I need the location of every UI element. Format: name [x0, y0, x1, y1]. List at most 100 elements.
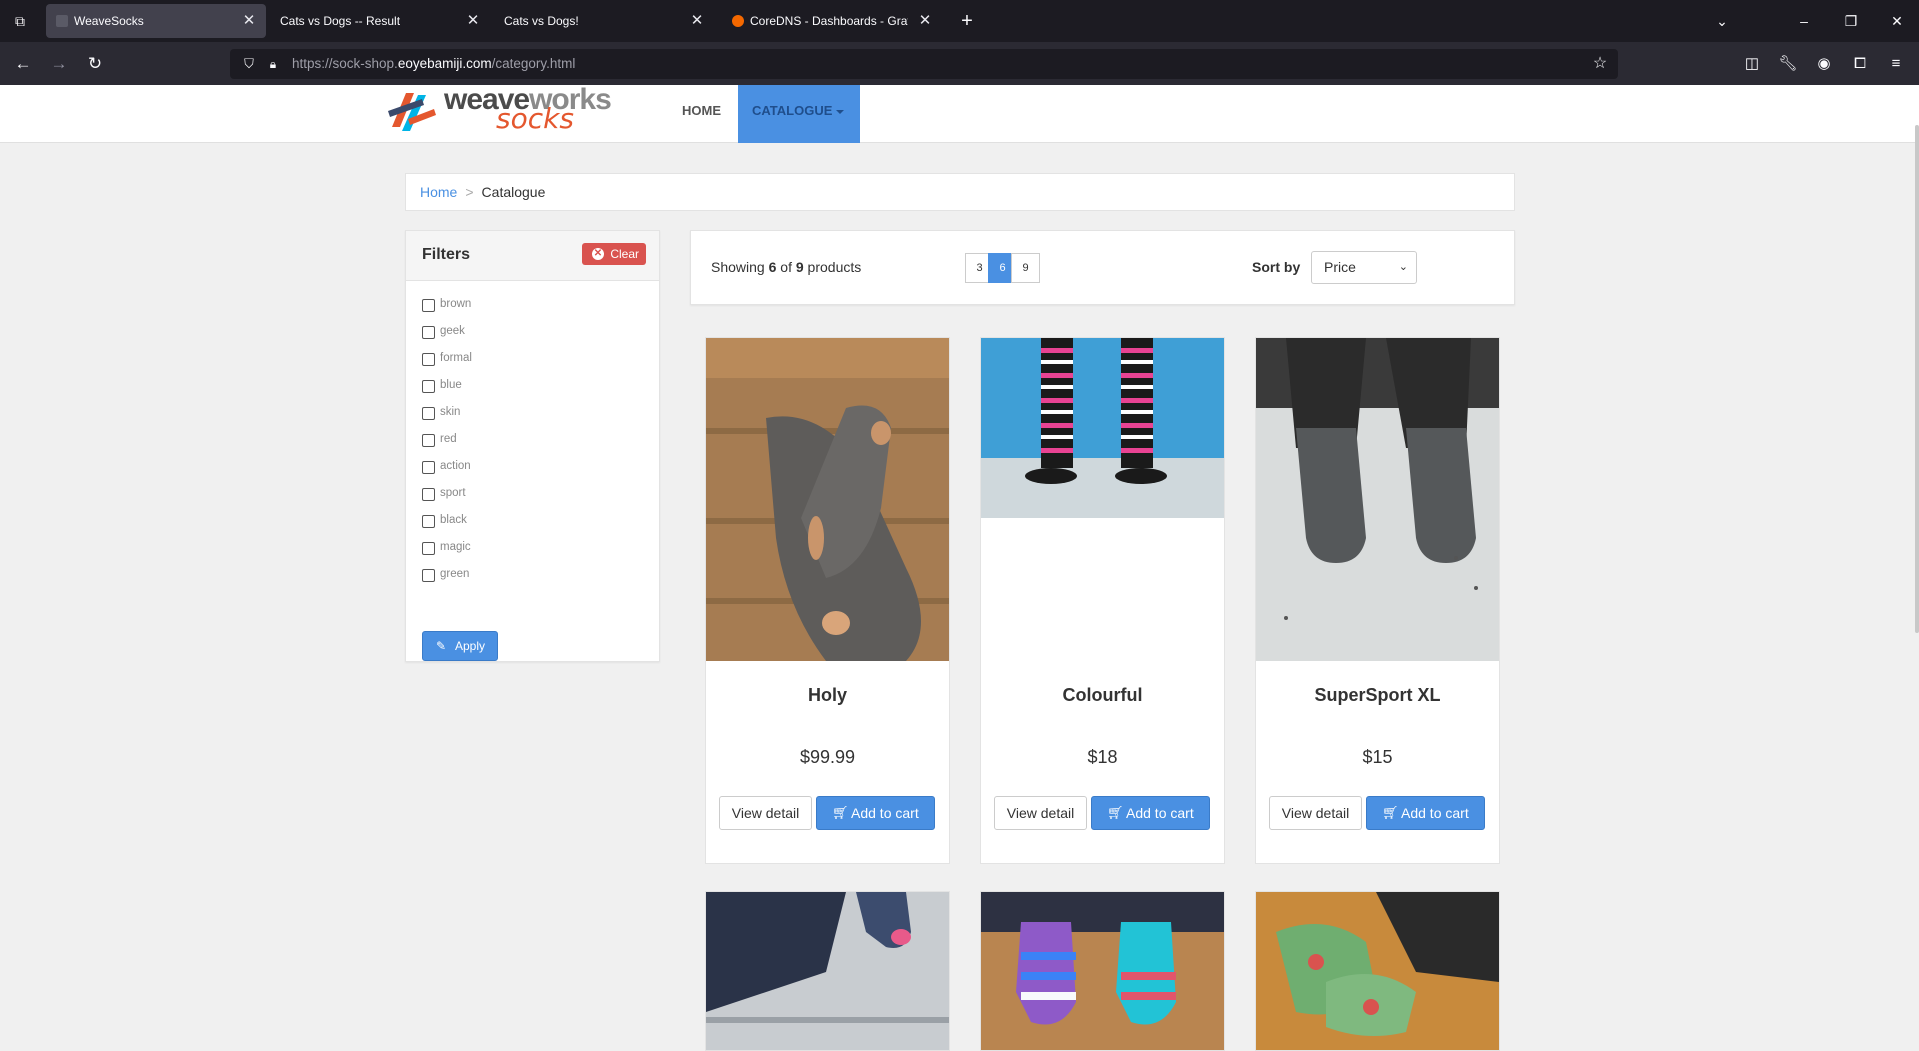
view-detail-button[interactable]: View detail: [1269, 796, 1362, 830]
product-image-supersport-xl[interactable]: [1256, 338, 1499, 661]
hamburger-menu-icon[interactable]: ≡: [1883, 51, 1909, 77]
nav-catalogue-label: CATALOGUE: [752, 103, 833, 118]
add-to-cart-button[interactable]: 🛒︎ Add to cart: [1091, 796, 1210, 830]
tab-title: Cats vs Dogs!: [504, 14, 579, 28]
view-detail-button[interactable]: View detail: [719, 796, 812, 830]
product-image-holy[interactable]: [706, 338, 949, 661]
browser-nav-bar: ← → ↻ ⛉ 🔒︎ https://sock-shop.eoyebamiji.…: [0, 42, 1919, 85]
filters-header: Filters ✕ Clear: [406, 231, 659, 281]
product-card-6[interactable]: [1255, 891, 1500, 1051]
apply-label: Apply: [455, 639, 486, 653]
filter-label: formal: [440, 352, 472, 364]
product-image-6[interactable]: [1256, 892, 1499, 1051]
weaveworks-logo-icon: [388, 93, 436, 131]
filter-checkbox[interactable]: [422, 542, 435, 555]
add-to-cart-label: Add to cart: [851, 805, 919, 821]
product-card-supersport-xl[interactable]: SuperSport XL $15 View detail 🛒︎ Add to …: [1255, 337, 1500, 864]
url-text[interactable]: https://sock-shop.eoyebamiji.com/categor…: [292, 49, 575, 79]
account-icon[interactable]: ◉: [1811, 51, 1837, 77]
product-name[interactable]: Holy: [706, 685, 949, 706]
listing-toolbar: Showing 6 of 9 products Show 3 6 9 Sort …: [690, 230, 1515, 305]
product-card-colourful[interactable]: Colourful $18 View detail 🛒︎ Add to cart: [980, 337, 1225, 864]
close-icon[interactable]: ✕: [916, 4, 934, 38]
product-card-holy[interactable]: Holy $99.99 View detail 🛒︎ Add to cart: [705, 337, 950, 864]
product-price: $15: [1362, 747, 1393, 767]
filter-checkbox[interactable]: [422, 461, 435, 474]
star-icon[interactable]: ☆: [1590, 54, 1610, 74]
filter-checkbox[interactable]: [422, 353, 435, 366]
logo-word-socks: socks: [496, 102, 574, 135]
filter-label: geek: [440, 325, 465, 337]
tab-cats-vs-dogs-result[interactable]: Cats vs Dogs -- Result ✕: [270, 4, 490, 38]
nav-catalogue[interactable]: CATALOGUE: [738, 85, 860, 143]
filter-checkbox[interactable]: [422, 380, 435, 393]
add-to-cart-button[interactable]: 🛒︎ Add to cart: [1366, 796, 1485, 830]
product-card-5[interactable]: [980, 891, 1225, 1051]
forward-arrow-icon[interactable]: →: [46, 51, 72, 77]
sort-select[interactable]: Price ⌄: [1311, 251, 1417, 284]
breadcrumb-home-link[interactable]: Home: [420, 184, 457, 200]
add-to-cart-label: Add to cart: [1401, 805, 1469, 821]
close-icon[interactable]: ✕: [240, 4, 258, 38]
tab-cats-vs-dogs[interactable]: Cats vs Dogs! ✕: [494, 4, 714, 38]
filter-checkbox[interactable]: [422, 569, 435, 582]
close-icon[interactable]: ✕: [688, 4, 706, 38]
filter-checkbox[interactable]: [422, 515, 435, 528]
puzzle-icon[interactable]: ⧠: [1847, 51, 1873, 77]
filter-label: red: [440, 433, 457, 445]
apply-filters-button[interactable]: ✎ Apply: [422, 631, 498, 661]
filter-label: brown: [440, 298, 472, 310]
caret-down-icon: [836, 109, 845, 114]
page-size-9-button[interactable]: 9: [1011, 253, 1040, 283]
tab-title: CoreDNS - Dashboards - Grafana: [750, 14, 908, 28]
clear-label: Clear: [610, 247, 639, 261]
tab-title: WeaveSocks: [74, 14, 144, 28]
filter-checkbox[interactable]: [422, 488, 435, 501]
lock-icon[interactable]: 🔒︎: [264, 55, 282, 73]
product-price: $18: [1087, 747, 1118, 767]
window-close-icon[interactable]: ✕: [1884, 8, 1910, 34]
product-price: $99.99: [799, 747, 856, 767]
tab-list-icon[interactable]: ⧉: [10, 12, 30, 30]
page-scrollbar[interactable]: [1915, 125, 1919, 633]
back-arrow-icon[interactable]: ←: [10, 51, 36, 77]
product-name[interactable]: Colourful: [981, 685, 1224, 706]
chevron-down-icon: ⌄: [1398, 261, 1408, 273]
new-tab-plus-icon[interactable]: +: [954, 8, 980, 34]
filters-title: Filters: [422, 246, 471, 263]
product-image-5[interactable]: [981, 892, 1224, 1051]
tab-coredns-grafana[interactable]: CoreDNS - Dashboards - Grafana ✕: [722, 4, 942, 38]
clear-filters-button[interactable]: ✕ Clear: [582, 243, 646, 265]
tab-weavesocks[interactable]: WeaveSocks ✕: [46, 4, 266, 38]
shield-icon[interactable]: ⛉: [240, 55, 258, 73]
filter-label: blue: [440, 379, 462, 391]
restore-icon[interactable]: ❐: [1838, 8, 1864, 34]
filter-checkbox[interactable]: [422, 299, 435, 312]
pocket-icon[interactable]: ◫: [1739, 51, 1765, 77]
of-word: of: [780, 259, 792, 275]
view-detail-button[interactable]: View detail: [994, 796, 1087, 830]
breadcrumb: Home > Catalogue: [405, 173, 1515, 211]
nav-home[interactable]: HOME: [668, 85, 735, 143]
product-card-4[interactable]: [705, 891, 950, 1051]
add-to-cart-button[interactable]: 🛒︎ Add to cart: [816, 796, 935, 830]
minimize-icon[interactable]: –: [1791, 8, 1817, 34]
url-prefix: https://sock-shop.: [292, 56, 398, 71]
grafana-favicon-icon: [732, 15, 744, 27]
list-all-tabs-chevron-icon[interactable]: ⌄: [1709, 8, 1735, 34]
filter-checkbox[interactable]: [422, 326, 435, 339]
filter-checkbox[interactable]: [422, 434, 435, 447]
reload-icon[interactable]: ↻: [82, 51, 108, 77]
wrench-icon[interactable]: 🔧︎: [1775, 51, 1801, 77]
showing-count: Showing 6 of 9 products: [711, 231, 861, 303]
filter-checkbox[interactable]: [422, 407, 435, 420]
product-image-colourful[interactable]: [981, 338, 1224, 661]
weaveworks-socks-logo[interactable]: weaveworks socks: [388, 85, 628, 133]
breadcrumb-separator: >: [465, 184, 474, 200]
shown-count: 6: [768, 259, 777, 275]
product-name[interactable]: SuperSport XL: [1256, 685, 1499, 706]
close-icon[interactable]: ✕: [464, 4, 482, 38]
product-image-4[interactable]: [706, 892, 949, 1051]
address-bar[interactable]: ⛉ 🔒︎ https://sock-shop.eoyebamiji.com/ca…: [230, 49, 1618, 79]
pencil-icon: ✎: [436, 639, 447, 653]
